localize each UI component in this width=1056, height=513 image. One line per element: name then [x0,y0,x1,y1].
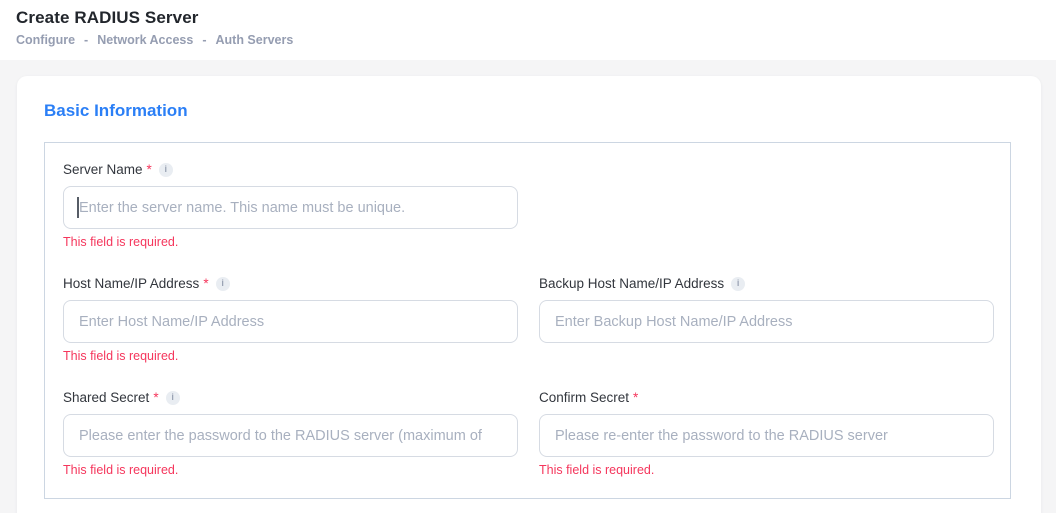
breadcrumb-item-auth-servers[interactable]: Auth Servers [216,33,294,47]
host-label-row: Host Name/IP Address * i [63,275,518,292]
form-row-2: Host Name/IP Address * i This field is r… [63,275,992,363]
host-label: Host Name/IP Address [63,275,199,292]
required-asterisk: * [203,275,208,292]
backup-host-input[interactable] [539,300,994,343]
form-row-1: Server Name * i This field is required. [63,161,992,249]
confirm-secret-label-row: Confirm Secret * [539,389,994,406]
host-input-wrap [63,300,518,343]
backup-host-label-row: Backup Host Name/IP Address i [539,275,994,292]
backup-host-input-wrap [539,300,994,343]
server-name-field: Server Name * i This field is required. [63,161,518,249]
confirm-secret-input-wrap [539,414,994,457]
shared-secret-input[interactable] [63,414,518,457]
confirm-secret-field: Confirm Secret * This field is required. [539,389,994,477]
basic-information-fieldset: Server Name * i This field is required. [44,142,1011,499]
shared-secret-input-wrap [63,414,518,457]
breadcrumb-separator: - [202,33,206,47]
info-icon[interactable]: i [166,391,180,405]
text-caret [77,197,79,218]
host-error: This field is required. [63,350,518,363]
host-field: Host Name/IP Address * i This field is r… [63,275,518,363]
info-icon[interactable]: i [159,163,173,177]
required-asterisk: * [633,389,638,406]
server-name-error: This field is required. [63,236,518,249]
info-icon[interactable]: i [216,277,230,291]
server-name-input-wrap [63,186,518,229]
shared-secret-field: Shared Secret * i This field is required… [63,389,518,477]
confirm-secret-input[interactable] [539,414,994,457]
backup-host-label: Backup Host Name/IP Address [539,275,724,292]
server-name-label: Server Name [63,161,143,178]
server-name-label-row: Server Name * i [63,161,518,178]
breadcrumb: Configure - Network Access - Auth Server… [16,33,1040,47]
host-input[interactable] [63,300,518,343]
breadcrumb-separator: - [84,33,88,47]
required-asterisk: * [153,389,158,406]
server-name-input[interactable] [63,186,518,229]
required-asterisk: * [147,161,152,178]
create-radius-server-card: Basic Information Server Name * i This f… [17,76,1041,513]
form-row-3: Shared Secret * i This field is required… [63,389,992,477]
shared-secret-label: Shared Secret [63,389,149,406]
shared-secret-label-row: Shared Secret * i [63,389,518,406]
backup-host-field: Backup Host Name/IP Address i [539,275,994,363]
shared-secret-error: This field is required. [63,464,518,477]
row-1-spacer [539,161,994,249]
section-heading-basic-information: Basic Information [44,101,1011,121]
content-area: Basic Information Server Name * i This f… [0,60,1056,513]
page-title: Create RADIUS Server [16,8,1040,28]
page-header: Create RADIUS Server Configure - Network… [0,0,1056,60]
confirm-secret-error: This field is required. [539,464,994,477]
breadcrumb-item-network-access[interactable]: Network Access [97,33,193,47]
info-icon[interactable]: i [731,277,745,291]
confirm-secret-label: Confirm Secret [539,389,629,406]
breadcrumb-item-configure[interactable]: Configure [16,33,75,47]
